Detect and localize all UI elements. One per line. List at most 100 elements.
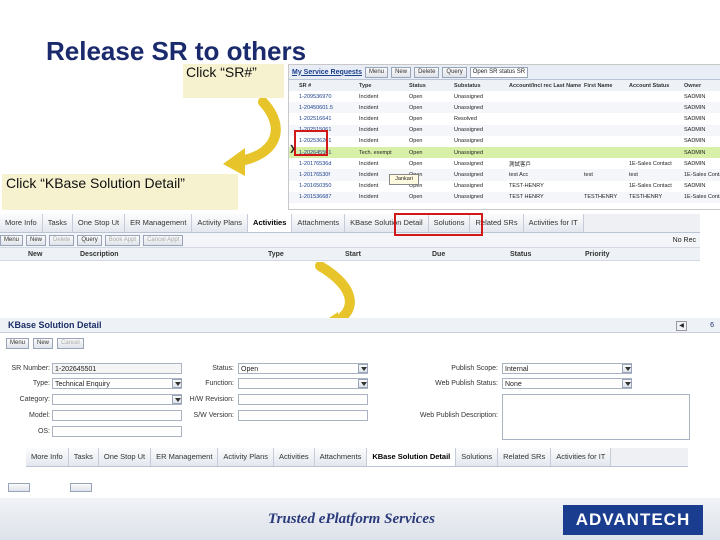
table-row[interactable]: 1-20176536d Incident Open Unassigned 測試客戶 1E-… (289, 158, 720, 169)
chevron-down-icon[interactable] (622, 364, 632, 373)
sr-number-link[interactable]: 1-20450601.5 (297, 102, 357, 114)
tab-one-stop-ut[interactable]: One Stop Ut (72, 214, 126, 232)
table-cell: 1E-Sales Contact (682, 169, 720, 181)
publish-scope-select[interactable]: Internal (502, 363, 632, 374)
chevron-down-icon[interactable] (358, 379, 368, 388)
tab-solutions[interactable]: Solutions (456, 448, 499, 466)
chevron-down-icon[interactable] (622, 379, 632, 388)
column-header[interactable]: Status (407, 80, 452, 91)
new-button[interactable]: New (33, 338, 54, 349)
table-row[interactable]: 1-202536201 Incident Open Unassigned SADMIN (289, 136, 720, 147)
tab-kbase-solution-detail[interactable]: KBase Solution Detail (367, 448, 457, 466)
column-header[interactable]: Owner (682, 80, 720, 91)
tab-activities[interactable]: Activities (274, 448, 315, 466)
column-header[interactable]: New (28, 251, 42, 258)
tab-er-management[interactable]: ER Management (125, 214, 193, 232)
tab-tasks[interactable]: Tasks (42, 214, 73, 232)
function-select[interactable] (238, 378, 368, 389)
tab-more-info[interactable]: More Info (26, 448, 69, 466)
book-appt-button[interactable]: Book Appt (104, 234, 141, 246)
query-button[interactable]: Query (77, 234, 102, 246)
column-header[interactable]: Description (80, 251, 119, 258)
table-row[interactable]: 1-201536687 Incident Open Unassigned TEST HE… (289, 191, 720, 203)
form-title-text: KBase Solution Detail (8, 320, 102, 330)
tab-related-srs[interactable]: Related SRs (498, 448, 552, 466)
status-select[interactable]: Open (238, 363, 368, 374)
tab-one-stop-ut[interactable]: One Stop Ut (98, 448, 152, 466)
menu-button[interactable]: Menu (0, 234, 24, 246)
column-header[interactable]: SR # (297, 80, 357, 91)
table-cell: Open (407, 146, 452, 159)
page-number: 6 (710, 321, 714, 329)
column-header[interactable]: Start (345, 251, 361, 258)
table-cell: SADMIN (684, 160, 706, 167)
table-row[interactable]: 1-202516641 Incident Open Resolved SADMIN (289, 113, 720, 124)
web-publish-status-select[interactable]: None (502, 378, 632, 389)
table-row[interactable]: 1-20176530fIncidentOpenUnassignedtest Ac… (289, 169, 720, 181)
os-field[interactable] (52, 426, 182, 437)
table-row[interactable]: 1-201650350 Incident Open Unassigned TEST-HE… (289, 181, 720, 192)
column-header[interactable]: Type (268, 251, 284, 258)
column-header[interactable]: Type (357, 80, 407, 91)
table-row[interactable]: 1-202515061 Incident Open Unassigned SADMIN (289, 124, 720, 136)
sr-number-link[interactable]: 1-20176530f (297, 169, 357, 181)
table-cell (507, 91, 582, 102)
table-cell: SADMIN (682, 102, 720, 114)
sr-number-link[interactable]: 1-209536970 (297, 91, 357, 102)
new-button[interactable]: New (26, 234, 47, 246)
type-label: Type: (32, 380, 50, 387)
table-cell (627, 91, 682, 102)
sr-number-field[interactable]: 1-202645501 (52, 363, 182, 374)
sr-number-link[interactable]: 1-201650350 (297, 181, 357, 192)
row-selector[interactable] (289, 191, 297, 203)
tab-activities-for-it[interactable]: Activities for IT (551, 448, 612, 466)
type-select[interactable]: Technical Enquiry (52, 378, 182, 389)
tab-attachments[interactable]: Attachments (314, 448, 368, 466)
tab-more-info[interactable]: More Info (0, 214, 43, 232)
tab-er-management[interactable]: ER Management (151, 448, 219, 466)
query-button[interactable]: Query (442, 66, 467, 78)
chevron-down-icon[interactable] (358, 364, 368, 373)
web-publish-description-field[interactable] (502, 394, 690, 440)
table-cell: 1E-Sales Contact (629, 160, 672, 167)
tab-tasks[interactable]: Tasks (68, 448, 99, 466)
column-header[interactable]: Priority (585, 251, 610, 258)
cancel-button[interactable]: Cancel (57, 338, 84, 349)
new-button[interactable] (70, 483, 92, 492)
tab-activity-plans[interactable]: Activity Plans (218, 448, 275, 466)
sr-number-link[interactable]: 1-20176536d (297, 158, 357, 169)
column-header[interactable]: Status (510, 251, 531, 258)
column-header[interactable]: Due (432, 251, 445, 258)
menu-button[interactable]: Menu (365, 66, 389, 78)
list-title[interactable]: My Service Requests (292, 69, 362, 76)
column-header[interactable]: First Name (582, 80, 627, 91)
table-cell (627, 113, 682, 124)
chevron-down-icon[interactable] (172, 395, 182, 404)
menu-button[interactable] (8, 483, 30, 492)
menu-button[interactable]: Menu (6, 338, 30, 349)
row-selector[interactable] (289, 181, 297, 192)
model-field[interactable] (52, 410, 182, 421)
prev-record-icon[interactable]: ◀ (676, 321, 687, 331)
sr-number-link[interactable]: 1-201536687 (297, 191, 357, 203)
tab-activities-for-it[interactable]: Activities for IT (523, 214, 584, 232)
tab-attachments[interactable]: Attachments (292, 214, 346, 232)
table-row[interactable]: 1-209536970 Incident Open Unassigned SADMIN (289, 91, 720, 102)
tab-activities[interactable]: Activities (248, 214, 293, 232)
sr-number-link[interactable]: 1-202516641 (297, 113, 357, 124)
table-row[interactable]: 1-202645501 Tech. exempt Open Unassigned SAD… (289, 146, 720, 159)
tab-activity-plans[interactable]: Activity Plans (192, 214, 249, 232)
delete-button[interactable]: Delete (414, 66, 440, 78)
delete-button[interactable]: Delete (49, 234, 75, 246)
column-header[interactable]: Substatus (452, 80, 507, 91)
chevron-down-icon[interactable] (172, 379, 182, 388)
hw-revision-field[interactable] (238, 394, 368, 405)
new-button[interactable]: New (391, 66, 412, 78)
cancel-appt-button[interactable]: Cancel Appt (143, 234, 184, 246)
category-select[interactable] (52, 394, 182, 405)
query-select[interactable]: Open SR status SR (469, 66, 529, 78)
column-header[interactable]: Account/Inci rec Last Name (507, 80, 582, 91)
sw-version-field[interactable] (238, 410, 368, 421)
column-header[interactable]: Account Status (627, 80, 682, 91)
table-row[interactable]: 1-20450601.5 Incident Open Unassigned SADMIN (289, 102, 720, 114)
